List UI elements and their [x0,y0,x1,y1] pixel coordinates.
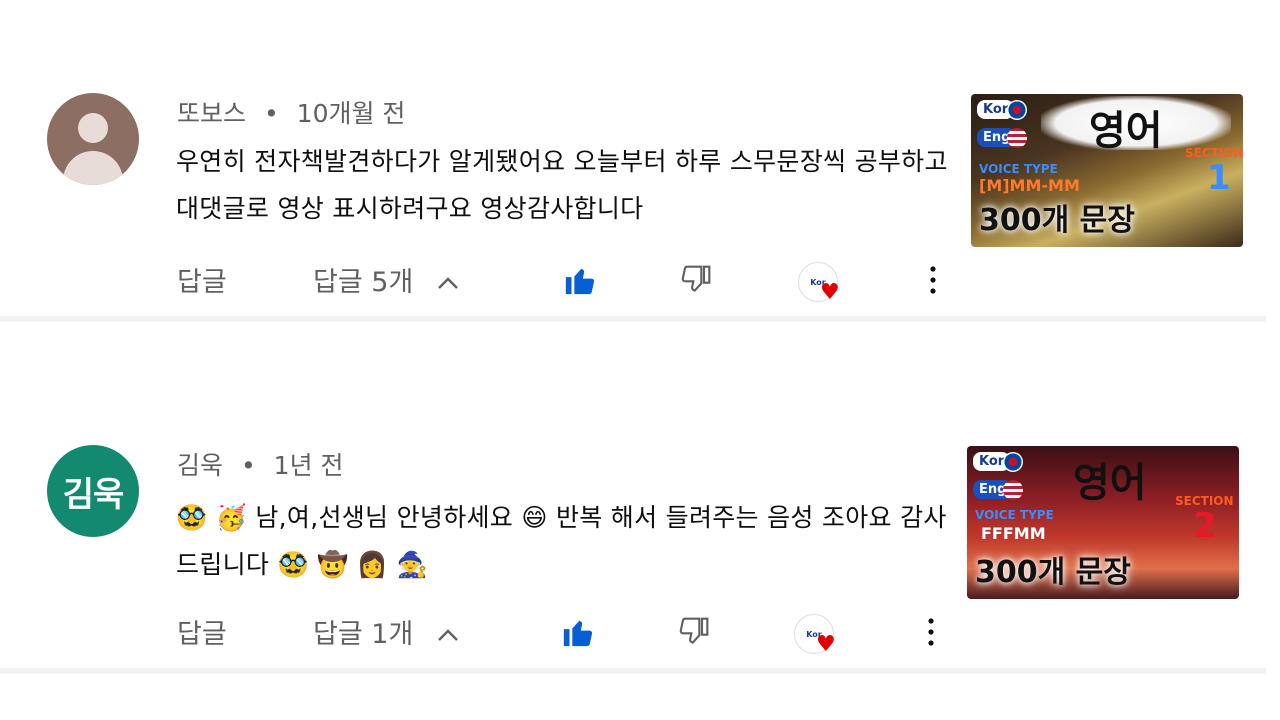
replies-count: 답글 5개 [313,267,414,298]
reply-button[interactable]: 답글 [177,612,227,651]
meta-separator: • [263,99,279,128]
thumbnail-section-number: 2 [1193,506,1217,546]
usa-flag-icon [1003,480,1023,500]
creator-heart-icon[interactable]: Kor ♥ [792,612,836,656]
comment-1: 또보스 • 10개월 전 우연히 전자책발견하다가 알게됐어요 오늘부터 하루 … [0,80,1280,318]
video-thumbnail[interactable]: Kor Eng 영어 VOICE TYPE FFFMM SECTION 2 30… [967,446,1239,599]
comment-text: 우연히 전자책발견하다가 알게됐어요 오늘부터 하루 스무문장씩 공부하고 대댓… [176,147,948,223]
comment-time[interactable]: 1년 전 [274,451,344,480]
comment-meta: 김욱 • 1년 전 [177,446,344,482]
comment-divider [0,316,1266,322]
thumbnail-count: 300개 문장 [975,555,1131,590]
comment-text: 🥸 🥳 남,여,선생님 안녕하세요 😄 반복 해서 들려주는 음성 조아요 감사… [176,503,947,579]
comment-2: 김욱 김욱 • 1년 전 🥸 🥳 남,여,선생님 안녕하세요 😄 반복 해서 들… [0,432,1280,668]
usa-flag-icon [1007,128,1027,148]
thumbnail-voice-label: VOICE TYPE [975,508,1054,522]
thumbnail-title: 영어 [1073,460,1147,506]
avatar-body [63,151,123,185]
avatar[interactable]: 김욱 [47,445,139,537]
replies-count: 답글 1개 [313,619,414,650]
korea-flag-icon [1007,100,1027,120]
korea-flag-icon [1003,452,1023,472]
chevron-up-icon [436,267,466,298]
dislike-icon[interactable] [676,614,712,650]
like-icon[interactable] [562,262,598,298]
thumbnail-count: 300개 문장 [979,203,1135,238]
comment-divider [0,668,1266,674]
comment-time[interactable]: 10개월 전 [297,99,406,128]
more-options-icon[interactable] [916,614,946,650]
chevron-up-icon [436,619,466,650]
comment-actions: 답글 답글 1개 Kor ♥ [0,606,1280,656]
thumbnail-voice-type: FFFMM [981,524,1046,543]
thumbnail-section-number: 1 [1207,158,1231,198]
reply-button[interactable]: 답글 [177,260,227,299]
heart-icon: ♥ [820,280,840,305]
thumbnail-voice-label: VOICE TYPE [979,162,1058,176]
comment-meta: 또보스 • 10개월 전 [177,94,405,130]
view-replies-button[interactable]: 답글 1개 [313,612,466,651]
video-thumbnail[interactable]: Kor Eng 영어 VOICE TYPE [M]MM-MM SECTION 1… [971,94,1243,247]
view-replies-button[interactable]: 답글 5개 [313,260,466,299]
author-name[interactable]: 김욱 [177,451,223,480]
comment-actions: 답글 답글 5개 Kor ♥ [0,254,1280,304]
creator-heart-icon[interactable]: Kor ♥ [796,260,840,304]
meta-separator: • [240,451,256,480]
thumbnail-voice-type: [M]MM-MM [979,176,1080,195]
thumbnail-title: 영어 [1089,108,1163,154]
avatar-head [78,113,108,143]
like-icon[interactable] [560,614,596,650]
more-options-icon[interactable] [918,262,948,298]
dislike-icon[interactable] [678,262,714,298]
heart-icon: ♥ [816,632,836,657]
author-name[interactable]: 또보스 [177,99,246,128]
avatar[interactable] [47,93,139,185]
